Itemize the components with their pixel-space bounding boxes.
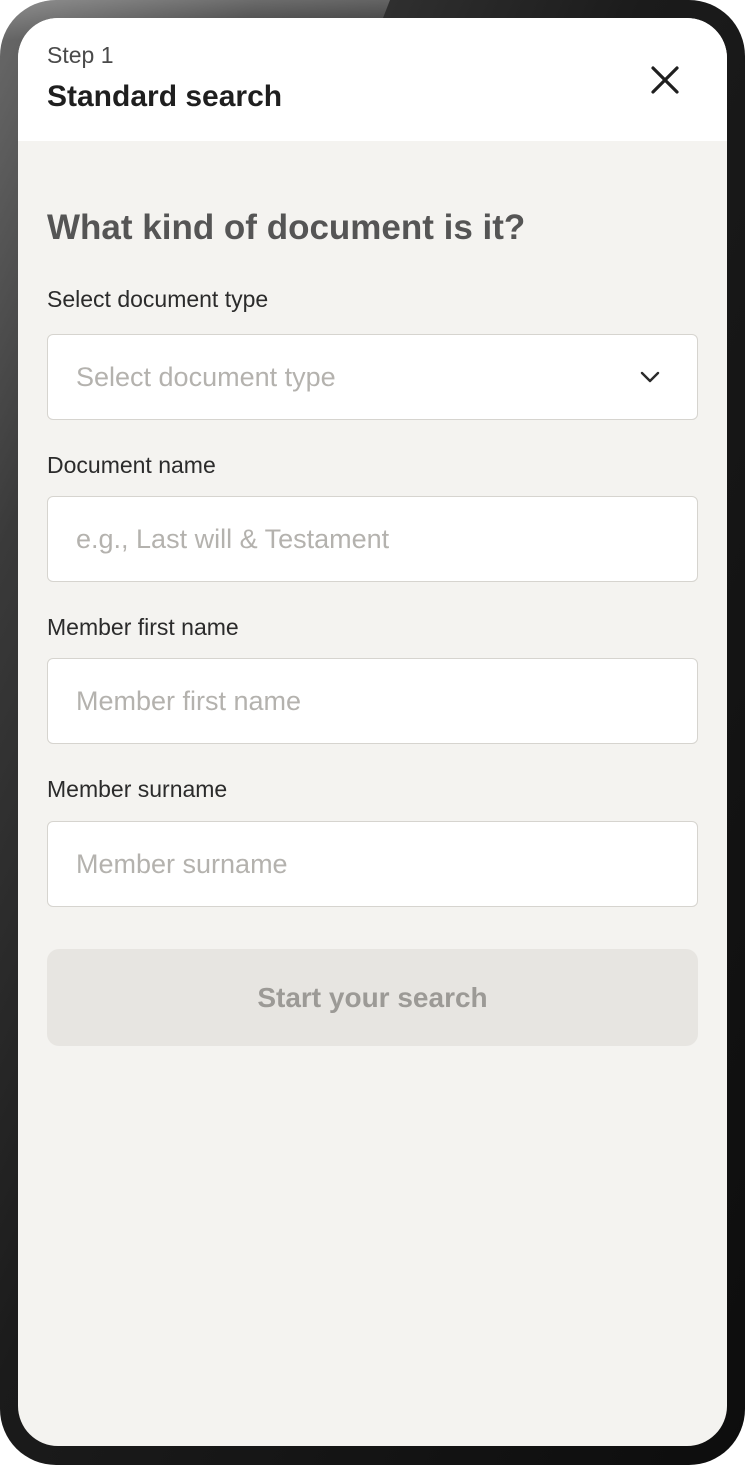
page-title: Standard search [47, 80, 283, 113]
device-frame: Step 1 Standard search What kind of docu… [0, 0, 745, 1465]
step-indicator: Step 1 [47, 42, 114, 68]
document-type-label: Select document type [47, 286, 269, 312]
document-name-field [47, 496, 698, 582]
document-name-input[interactable] [48, 497, 697, 581]
modal-header: Step 1 Standard search [18, 18, 727, 141]
close-button[interactable] [644, 59, 686, 101]
first-name-field [47, 658, 698, 744]
first-name-label: Member first name [47, 614, 239, 640]
document-name-label: Document name [47, 452, 216, 478]
surname-input[interactable] [48, 822, 697, 906]
chevron-down-icon [640, 371, 660, 383]
document-type-placeholder: Select document type [76, 362, 336, 392]
app-screen: Step 1 Standard search What kind of docu… [18, 18, 727, 1446]
form-question: What kind of document is it? [47, 208, 526, 247]
surname-label: Member surname [47, 776, 228, 802]
surname-field [47, 821, 698, 907]
close-icon [651, 66, 679, 94]
start-search-button[interactable]: Start your search [47, 949, 698, 1046]
first-name-input[interactable] [48, 659, 697, 743]
document-type-select[interactable]: Select document type [47, 334, 698, 420]
